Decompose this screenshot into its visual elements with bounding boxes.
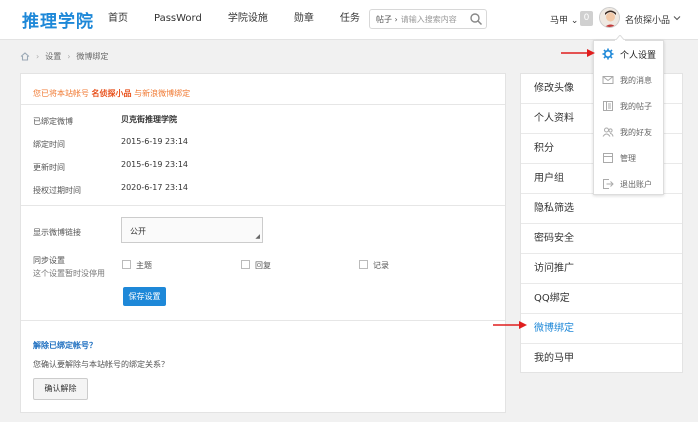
username[interactable]: 名侦探小品 bbox=[625, 13, 670, 26]
breadcrumb-current: 微博绑定 bbox=[76, 52, 109, 61]
display-link-select[interactable]: 公开 ◢ bbox=[121, 217, 263, 243]
alt-account-link[interactable]: 马甲 ⌄ bbox=[550, 13, 578, 26]
nav-item-password[interactable]: PassWord bbox=[154, 0, 202, 40]
display-link-value: 公开 bbox=[130, 227, 146, 236]
gear-icon bbox=[602, 48, 614, 60]
menu-item-my-friends[interactable]: 我的好友 bbox=[594, 119, 663, 145]
weibo-binding-panel: 您已将本站帐号 名侦探小品 与新浪微博绑定 已绑定微博 贝克街推理学院 绑定时间… bbox=[20, 73, 506, 413]
sync-settings-note: 这个设置暂时没停用 bbox=[33, 269, 105, 278]
menu-item-label: 个人设置 bbox=[620, 50, 657, 61]
sidebar-item-promotion[interactable]: 访问推广 bbox=[521, 254, 682, 284]
display-link-label: 显示微博链接 bbox=[33, 228, 81, 237]
notice-suffix: 与新浪微博绑定 bbox=[134, 89, 191, 98]
site-logo[interactable]: 推理学院 bbox=[22, 7, 94, 32]
menu-item-personal-settings[interactable]: 个人设置 bbox=[594, 41, 663, 67]
resize-grip-icon: ◢ bbox=[255, 233, 260, 240]
sync-reply-checkbox[interactable] bbox=[241, 260, 250, 269]
breadcrumb-separator: › bbox=[67, 52, 71, 61]
menu-item-messages[interactable]: 我的消息 bbox=[594, 67, 663, 93]
breadcrumb-settings[interactable]: 设置 bbox=[45, 51, 61, 62]
menu-item-my-posts[interactable]: 我的帖子 bbox=[594, 93, 663, 119]
sidebar-item-privacy[interactable]: 隐私筛选 bbox=[521, 194, 682, 224]
notice-account: 名侦探小品 bbox=[91, 89, 132, 98]
avatar[interactable] bbox=[599, 7, 620, 28]
document-icon bbox=[603, 101, 613, 111]
search-box[interactable]: 帖子 › 请输入搜索内容 bbox=[369, 9, 487, 29]
mail-icon bbox=[602, 76, 614, 84]
sync-record-checkbox[interactable] bbox=[359, 260, 368, 269]
unbind-question: 您确认要解除与本站帐号的绑定关系？ bbox=[33, 360, 169, 369]
sync-record-label[interactable]: 记录 bbox=[373, 260, 389, 271]
nav-item-facilities[interactable]: 学院设施 bbox=[228, 0, 268, 40]
update-time-value: 2015-6-19 23:14 bbox=[121, 160, 188, 169]
divider bbox=[21, 205, 505, 206]
notification-badge[interactable]: 0 bbox=[580, 11, 593, 26]
update-time-label: 更新时间 bbox=[33, 163, 65, 172]
bound-weibo-label: 已绑定微博 bbox=[33, 117, 73, 126]
menu-item-label: 管理 bbox=[620, 153, 636, 163]
top-navigation-bar: 推理学院 首页 PassWord 学院设施 勋章 任务 帖子 › 请输入搜索内容… bbox=[0, 0, 698, 40]
sync-thread-checkbox[interactable] bbox=[122, 260, 131, 269]
home-icon[interactable] bbox=[20, 52, 30, 61]
search-category-select[interactable]: 帖子 › bbox=[370, 14, 398, 25]
sidebar-item-qq-binding[interactable]: QQ绑定 bbox=[521, 284, 682, 314]
confirm-unbind-button[interactable]: 确认解除 bbox=[33, 378, 88, 400]
bound-weibo-value: 贝克街推理学院 bbox=[121, 115, 177, 124]
sync-reply-label[interactable]: 回复 bbox=[255, 260, 271, 271]
divider bbox=[21, 104, 505, 105]
bind-time-value: 2015-6-19 23:14 bbox=[121, 137, 188, 146]
expire-time-value: 2020-6-17 23:14 bbox=[121, 183, 188, 192]
save-settings-button[interactable]: 保存设置 bbox=[123, 287, 166, 306]
expire-time-label: 授权过期时间 bbox=[33, 186, 81, 195]
unbind-title: 解除已绑定帐号？ bbox=[33, 341, 97, 350]
binding-notice: 您已将本站帐号 名侦探小品 与新浪微博绑定 bbox=[33, 88, 190, 99]
menu-item-label: 我的好友 bbox=[620, 127, 652, 137]
chevron-down-icon[interactable] bbox=[673, 14, 681, 22]
sync-thread-label[interactable]: 主题 bbox=[136, 260, 152, 271]
menu-item-label: 我的帖子 bbox=[620, 101, 652, 111]
sidebar-item-weibo-binding[interactable]: 微博绑定 bbox=[521, 314, 682, 344]
sidebar-item-my-alts[interactable]: 我的马甲 bbox=[521, 344, 682, 374]
search-input[interactable]: 请输入搜索内容 bbox=[398, 14, 457, 25]
menu-item-label: 我的消息 bbox=[620, 75, 652, 85]
divider bbox=[21, 320, 505, 321]
breadcrumb-separator: › bbox=[36, 52, 40, 61]
user-dropdown-menu: 个人设置 我的消息 我的帖子 我的好友 管理 退出账户 bbox=[593, 35, 664, 197]
menu-item-label: 退出账户 bbox=[620, 179, 652, 189]
sidebar-item-password[interactable]: 密码安全 bbox=[521, 224, 682, 254]
menu-item-logout[interactable]: 退出账户 bbox=[594, 171, 663, 197]
menu-item-manage[interactable]: 管理 bbox=[594, 145, 663, 171]
avatar-image bbox=[600, 8, 619, 27]
nav-item-tasks[interactable]: 任务 bbox=[340, 0, 360, 40]
friends-icon bbox=[602, 127, 614, 137]
window-icon bbox=[603, 153, 613, 163]
annotation-arrow-right bbox=[561, 49, 595, 57]
bind-time-label: 绑定时间 bbox=[33, 140, 65, 149]
search-icon[interactable] bbox=[469, 12, 483, 26]
nav-item-medals[interactable]: 勋章 bbox=[294, 0, 314, 40]
annotation-arrow-right bbox=[493, 321, 527, 329]
notice-prefix: 您已将本站帐号 bbox=[33, 89, 89, 98]
nav-item-home[interactable]: 首页 bbox=[108, 0, 128, 40]
sync-settings-label: 同步设置 bbox=[33, 256, 65, 265]
logout-icon bbox=[603, 179, 614, 189]
breadcrumb: › 设置 › 微博绑定 bbox=[20, 51, 108, 62]
main-nav: 首页 PassWord 学院设施 勋章 任务 bbox=[108, 0, 386, 40]
